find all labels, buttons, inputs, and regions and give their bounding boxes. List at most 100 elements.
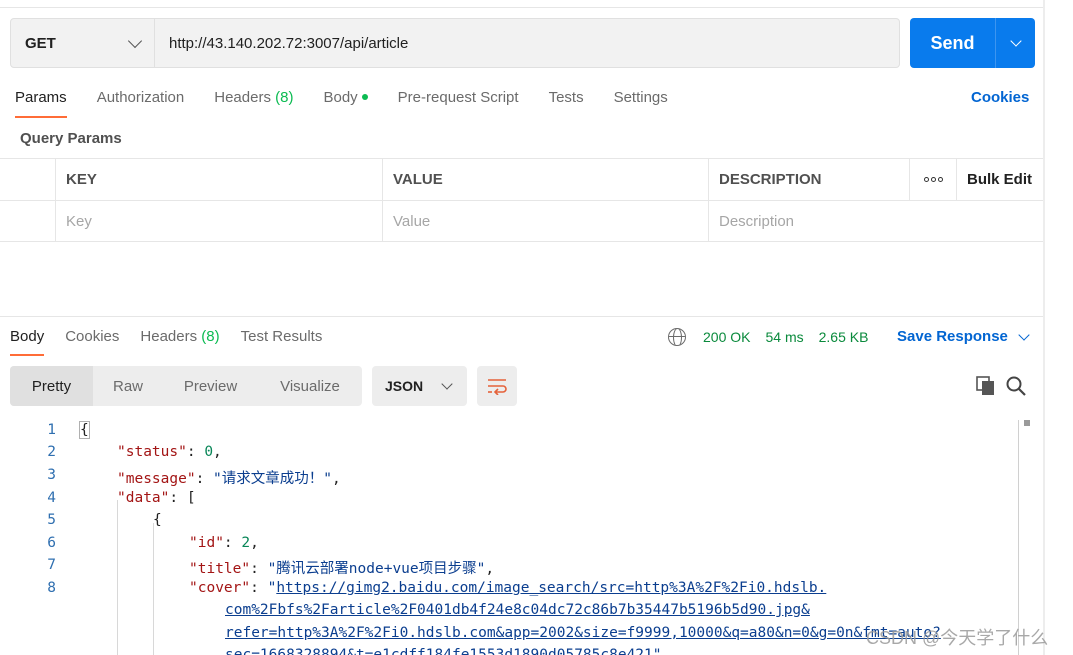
code-line: { [79,421,90,439]
indent-guide [117,500,118,655]
chevron-down-icon [441,378,453,390]
method-select[interactable]: GET [10,18,155,68]
table-header-row: KEY VALUE DESCRIPTION Bulk Edit [0,159,1043,201]
response-tabs: Body Cookies Headers (8) Test Results [10,326,343,356]
body-indicator-dot [361,94,368,101]
response-time[interactable]: 54 ms [765,329,803,345]
url-input[interactable]: http://43.140.202.72:3007/api/article [155,18,900,68]
status-code[interactable]: 200 OK [703,329,750,345]
tab-tests[interactable]: Tests [549,86,584,118]
cover-url-link[interactable]: https://gimg2.baidu.com/image_search/src… [276,580,826,596]
code-line: refer=http%3A%2F%2Fi0.hdslb.com&app=2002… [225,625,941,641]
json-value: "请求文章成功！" [213,471,333,487]
search-icon[interactable] [1005,375,1027,397]
code-line: com%2Fbfs%2Farticle%2F0401db4f24e8c04dc7… [225,602,810,618]
cover-url-link[interactable]: sec=1668328894&t=e1cdff184fe1553d1890d05… [225,647,670,655]
format-select[interactable]: JSON [372,366,467,406]
code-line: "id": 2, [189,535,259,551]
table-row: Key Value Description [0,201,1043,243]
tab-label: Headers [214,89,271,106]
json-value: 0 [204,444,214,460]
line-number: 2 [47,444,56,460]
tab-label: Tests [548,89,584,106]
send-button-group: Send [910,18,1035,68]
description-input[interactable]: Description [708,201,1043,242]
view-mode-selector: Pretty Raw Preview Visualize [10,366,362,406]
tab-label: Body [323,89,358,106]
bulk-edit-button[interactable]: Bulk Edit [956,159,1043,200]
json-quote: " [267,580,277,596]
method-label: GET [25,34,56,52]
send-button[interactable]: Send [910,18,995,68]
line-number: 3 [47,467,56,483]
cover-url-link[interactable]: refer=http%3A%2F%2Fi0.hdslb.com&app=2002… [225,625,941,641]
code-line: "cover": "https://gimg2.baidu.com/image_… [189,580,827,596]
line-number: 8 [47,580,56,596]
tab-response-headers[interactable]: Headers (8) [140,326,219,356]
query-params-title: Query Params [20,130,122,147]
tab-params[interactable]: Params [15,86,67,118]
code-line: "title": "腾讯云部署node+vue项目步骤", [189,561,495,577]
json-key: "message" [117,471,196,487]
code-line: { [153,512,162,528]
tab-response-cookies[interactable]: Cookies [65,326,119,356]
chevron-down-icon [1018,329,1030,341]
headers-count: (8) [275,89,294,106]
wrap-lines-icon [488,379,507,395]
json-value: "腾讯云部署node+vue项目步骤" [267,561,486,577]
tab-label: Headers [140,328,198,345]
globe-icon[interactable] [668,328,686,346]
open-brace: { [79,421,90,439]
cover-url-link[interactable]: com%2Fbfs%2Farticle%2F0401db4f24e8c04dc7… [225,602,810,618]
line-number: 1 [47,422,56,438]
column-header-key: KEY [55,159,382,200]
tab-label: Test Results [240,328,323,345]
editor-scrollbar-track[interactable] [1018,420,1019,655]
tab-label: Params [15,89,67,106]
response-body-editor[interactable]: 1 2 3 4 5 6 7 8 { "status": 0, "message"… [0,420,1030,655]
cookies-link[interactable]: Cookies [971,86,1029,110]
tab-label: Body [10,328,45,345]
view-preview[interactable]: Preview [163,366,258,406]
column-header-description: DESCRIPTION [708,159,910,200]
code-line: "message": "请求文章成功！", [117,471,341,487]
tab-body[interactable]: Body [323,86,368,118]
tab-test-results[interactable]: Test Results [241,326,323,356]
view-pretty[interactable]: Pretty [10,366,93,406]
json-punct: : [ [169,490,196,506]
tab-settings[interactable]: Settings [614,86,668,118]
tab-pre-request-script[interactable]: Pre-request Script [398,86,519,118]
tab-headers[interactable]: Headers (8) [214,86,293,118]
copy-icon[interactable] [976,376,996,396]
format-label: JSON [385,378,424,394]
tab-response-body[interactable]: Body [10,326,45,356]
line-number: 7 [47,557,56,573]
editor-scrollbar-thumb[interactable] [1024,420,1030,426]
headers-count: (8) [201,328,220,345]
value-input[interactable]: Value [382,201,709,242]
line-number: 6 [47,535,56,551]
wrap-lines-button[interactable] [477,366,517,406]
top-strip [0,0,1043,8]
view-raw[interactable]: Raw [93,366,163,406]
tab-authorization[interactable]: Authorization [97,86,185,118]
line-number: 5 [47,512,56,528]
more-options-button[interactable] [909,159,956,200]
watermark: CSDN @今天学了什么 [866,628,1049,648]
key-input[interactable]: Key [55,201,382,242]
tab-label: Authorization [96,89,185,106]
response-meta: 200 OK 54 ms 2.65 KB [668,326,883,348]
save-response-button[interactable]: Save Response [897,326,1030,348]
tab-label: Pre-request Script [397,89,519,106]
json-key: "status" [117,444,187,460]
indent-guide [153,523,154,655]
response-size[interactable]: 2.65 KB [819,329,869,345]
request-url-bar: GET http://43.140.202.72:3007/api/articl… [10,18,900,68]
json-punct: { [153,512,162,528]
send-options-button[interactable] [996,18,1035,68]
panel-border [1043,0,1045,655]
json-key: "data" [117,490,170,506]
json-value: 2 [241,535,251,551]
json-key: "title" [189,561,251,577]
view-visualize[interactable]: Visualize [258,366,362,406]
